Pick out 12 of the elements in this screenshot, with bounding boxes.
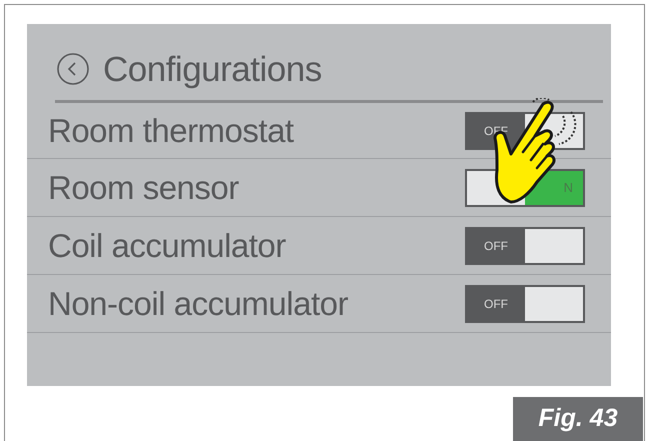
setting-label: Room thermostat [48,114,294,147]
toggle-state-text: OFF [484,238,508,254]
setting-label: Room sensor [48,171,239,204]
back-icon[interactable] [57,53,89,85]
toggle-switch[interactable]: OFF [465,226,585,264]
toggle-switch[interactable]: OFF [465,284,585,322]
screen-title: Configurations [103,52,322,86]
setting-label: Coil accumulator [48,229,286,262]
toggle-state-text: OFF [484,296,508,312]
toggle-state-text: N [564,178,573,197]
figure-label: Fig. 43 [513,397,643,441]
setting-label: Non-coil accumulator [48,287,348,320]
